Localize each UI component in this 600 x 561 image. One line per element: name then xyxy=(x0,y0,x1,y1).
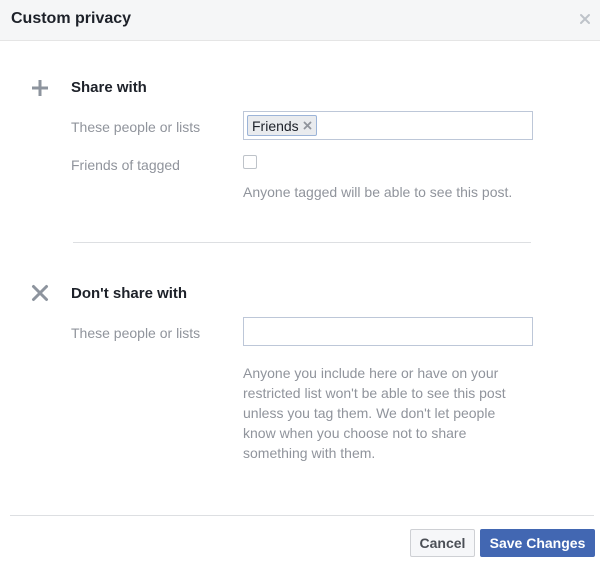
token-label: Friends xyxy=(252,117,299,134)
share-with-title: Share with xyxy=(71,79,147,96)
close-icon[interactable] xyxy=(578,12,592,26)
dont-share-helper-text: Anyone you include here or have on your … xyxy=(243,363,506,463)
dont-share-people-input[interactable] xyxy=(243,317,533,346)
helper-line: Anyone you include here or have on your xyxy=(243,365,499,381)
save-changes-button[interactable]: Save Changes xyxy=(480,529,595,557)
plus-icon xyxy=(31,79,49,97)
helper-line: something with them. xyxy=(243,445,376,461)
dialog-header: Custom privacy xyxy=(0,0,600,41)
dont-share-with-title: Don't share with xyxy=(71,285,188,302)
dialog-title: Custom privacy xyxy=(11,10,132,27)
friends-token: Friends xyxy=(247,115,317,136)
helper-line: unless you tag them. We don't let people xyxy=(243,405,496,421)
friends-of-tagged-checkbox[interactable] xyxy=(243,155,257,169)
cancel-button[interactable]: Cancel xyxy=(410,529,475,557)
helper-line: know when you choose not to share xyxy=(243,425,467,441)
remove-icon[interactable] xyxy=(303,121,312,130)
x-icon xyxy=(31,284,49,302)
share-people-label: These people or lists xyxy=(71,119,201,135)
footer-divider xyxy=(10,515,594,516)
helper-line: restricted list won't be able to see thi… xyxy=(243,385,506,401)
share-people-input[interactable]: Friends xyxy=(243,111,533,140)
dont-share-people-label: These people or lists xyxy=(71,325,201,341)
share-helper-text: Anyone tagged will be able to see this p… xyxy=(243,184,513,200)
section-divider xyxy=(73,242,531,243)
friends-of-tagged-label: Friends of tagged xyxy=(71,157,180,173)
